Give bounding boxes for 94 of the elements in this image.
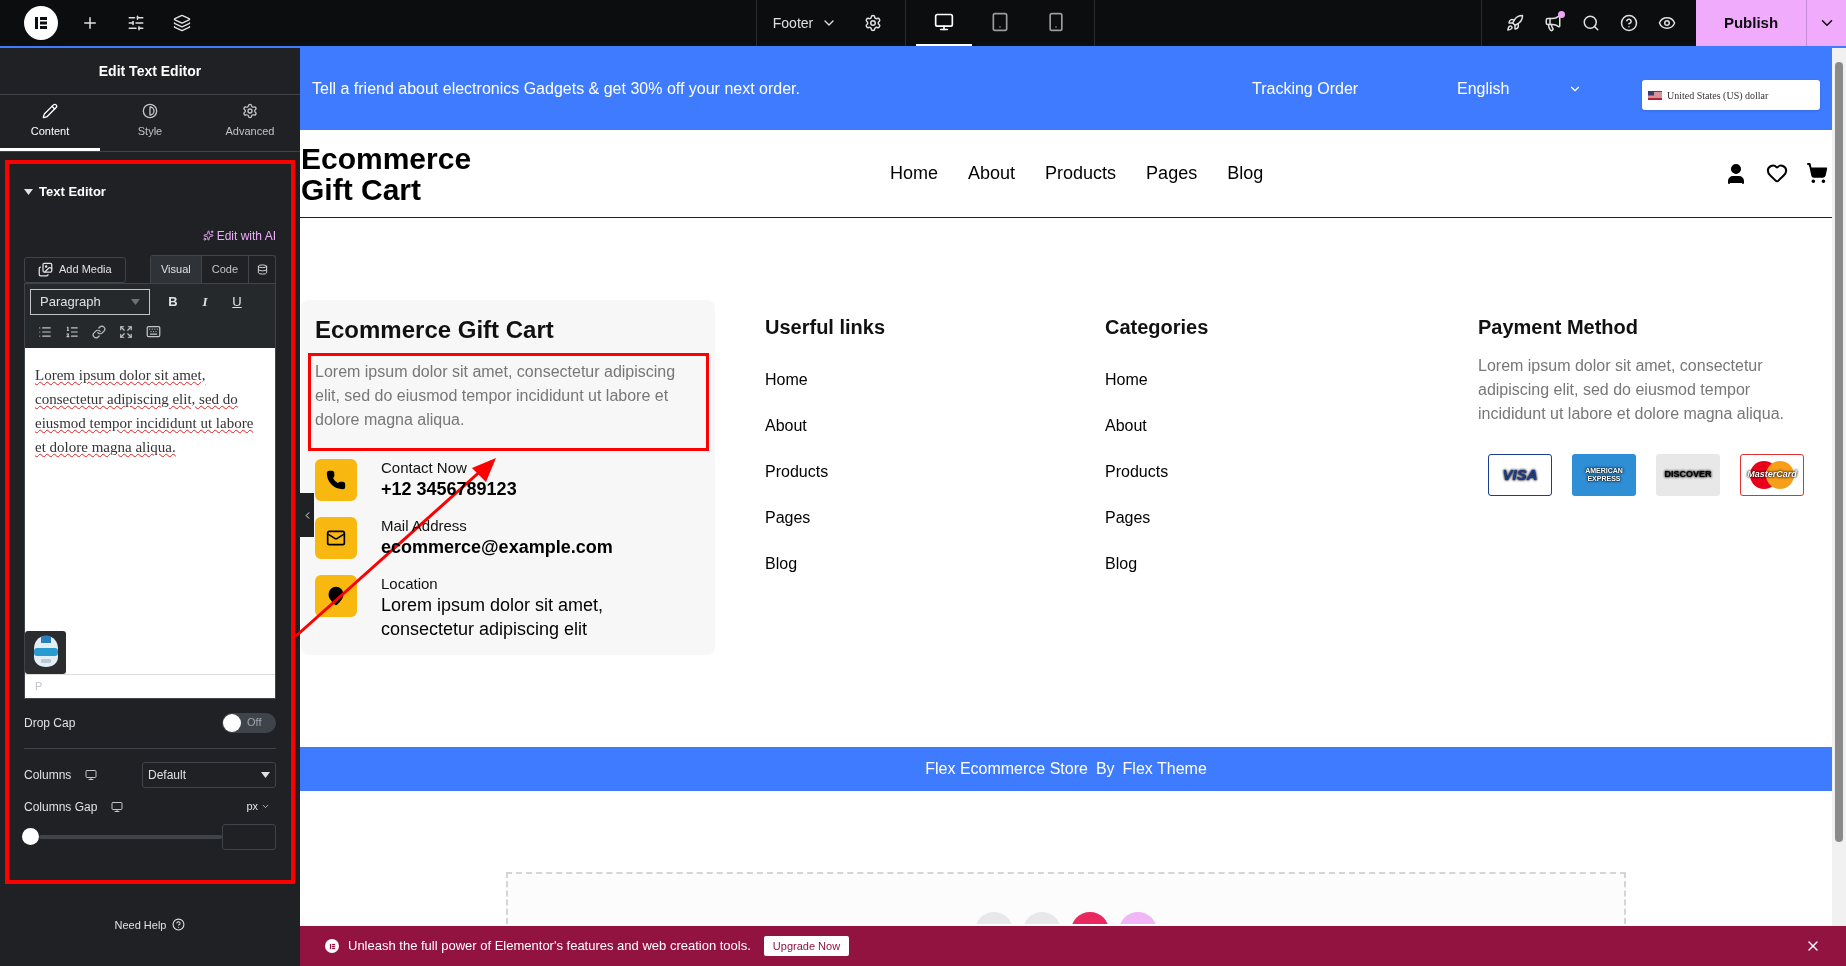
column-title: Userful links	[765, 315, 887, 340]
robot-icon[interactable]	[25, 630, 66, 674]
editor-mode-tab[interactable]: Code	[201, 255, 249, 283]
footer-link[interactable]: Products	[765, 461, 1105, 483]
nav-link[interactable]: About	[968, 160, 1016, 187]
format-dropdown[interactable]: Paragraph	[30, 288, 150, 315]
contact-label: Location	[381, 575, 439, 593]
format-button[interactable]: B	[164, 291, 182, 312]
images-icon[interactable]	[38, 262, 53, 277]
footer-link[interactable]: Pages	[1105, 507, 1478, 529]
format-button[interactable]: I	[196, 291, 214, 312]
cart-icon[interactable]	[1806, 161, 1828, 186]
footer-link[interactable]: Products	[1105, 461, 1478, 483]
document-dropdown[interactable]: Footer	[756, 0, 854, 46]
language-dropdown[interactable]: English	[1457, 77, 1582, 101]
help-icon[interactable]	[1620, 14, 1638, 32]
nav-link[interactable]: Home	[890, 160, 938, 187]
fullscreen-icon[interactable]	[119, 324, 133, 339]
edit-with-ai-link[interactable]: Edit with AI	[202, 226, 276, 245]
drop-cap-toggle[interactable]: Off	[222, 712, 276, 733]
link-icon[interactable]	[92, 324, 106, 339]
gear-icon[interactable]	[242, 103, 258, 120]
drop-cap-label: Drop Cap	[24, 714, 76, 732]
caret-icon[interactable]	[24, 188, 33, 195]
editor-mode-tab[interactable]: Visual	[150, 255, 202, 283]
logo-icon[interactable]	[24, 6, 58, 40]
desktop-icon[interactable]	[111, 800, 124, 813]
column-title: Categories	[1105, 315, 1210, 340]
sparkle-icon[interactable]	[202, 230, 214, 241]
gap-input[interactable]	[222, 823, 276, 850]
banner-text: Unleash the full power of Elementor's features and web creation tools.	[348, 937, 751, 956]
about-text: Lorem ipsum dolor sit amet, consectetur adipiscing elit, sed do eiusmod tempor incididunt ut labore et dolore magna aliqua.	[315, 362, 677, 430]
preview-icon[interactable]	[1658, 14, 1676, 32]
promo-text: Tell a friend about electronics Gadgets & get 30% off your next order.	[312, 79, 801, 99]
footer-link[interactable]: Blog	[1105, 553, 1478, 575]
pencil-icon[interactable]	[42, 103, 58, 120]
section-title[interactable]: Text Editor	[39, 182, 106, 202]
panel-title: Edit Text Editor	[98, 61, 202, 81]
slider-thumb[interactable]	[22, 828, 39, 845]
nav-link[interactable]: Products	[1045, 160, 1117, 187]
chevron-icon[interactable]	[261, 802, 270, 811]
payment-card: DISCOVER	[1656, 454, 1720, 496]
copyright-text: By	[1095, 759, 1115, 779]
desktop-icon[interactable]	[85, 768, 98, 781]
footer-link[interactable]: About	[1105, 415, 1478, 437]
column-title: Payment Method	[1478, 315, 1640, 340]
currency-dropdown[interactable]: United States (US) dollar	[1642, 80, 1820, 110]
flag-icon	[1648, 90, 1662, 100]
tracking-order-link[interactable]: Tracking Order	[1252, 77, 1457, 101]
copyright-link[interactable]: Flex Ecommerce Store	[925, 757, 1088, 781]
add-media-button[interactable]: Add Media	[24, 256, 126, 283]
elementor-icon	[325, 939, 339, 953]
unit-dropdown[interactable]: px	[246, 798, 276, 815]
keyboard-icon[interactable]	[146, 324, 161, 339]
site-logo[interactable]: Ecommerce Gift Cart	[300, 142, 890, 205]
footer-link[interactable]: Home	[765, 369, 1105, 391]
nav-link[interactable]: Pages	[1146, 160, 1198, 187]
footer-link[interactable]: Pages	[765, 507, 1105, 529]
footer-link[interactable]: Blog	[765, 553, 1105, 575]
location-icon	[315, 575, 357, 617]
nav-link[interactable]: Blog	[1227, 160, 1264, 187]
copyright-link[interactable]: Flex Theme	[1122, 757, 1207, 781]
numbered-list-icon[interactable]	[65, 324, 79, 339]
payment-text: Lorem ipsum dolor sit amet, consectetur adipiscing elit, sed do eiusmod tempor incididunt ut labore et dolore magna aliqua.	[1478, 356, 1785, 424]
footer-link[interactable]: Home	[1105, 369, 1478, 391]
phone-icon	[315, 459, 357, 501]
columns-gap-label: Columns Gap	[24, 798, 98, 816]
collapse-handle[interactable]	[300, 493, 314, 537]
text-editor-area[interactable]: Lorem ipsum dolor sit amet, consectetur adipiscing elit, sed do eiusmod tempor incididunt ut labore et dolore magna aliqua. P	[25, 347, 275, 698]
megaphone-icon[interactable]	[1544, 14, 1562, 32]
publish-button[interactable]: Publish	[1696, 0, 1806, 46]
contact-label: Contact Now	[381, 459, 468, 477]
columns-dropdown[interactable]: Default	[142, 761, 276, 788]
panel-tab[interactable]: Content	[0, 95, 100, 151]
contact-value: Lorem ipsum dolor sit amet, consectetur adipiscing elit	[381, 594, 605, 641]
rocket-icon[interactable]	[1506, 14, 1524, 32]
caret-icon[interactable]	[261, 771, 270, 778]
footer-link[interactable]: About	[765, 415, 1105, 437]
upgrade-button[interactable]: Upgrade Now	[763, 936, 850, 956]
need-help-link[interactable]: Need Help	[114, 916, 167, 933]
about-title: Ecommerce Gift Cart	[315, 315, 555, 345]
help-icon[interactable]	[172, 918, 186, 932]
payment-card: VISA	[1488, 454, 1552, 496]
editor-content: Lorem ipsum dolor sit amet, consectetur adipiscing elit, sed do eiusmod tempor incididunt ut labore et dolore magna aliqua.	[35, 365, 255, 457]
scrollbar[interactable]	[1832, 48, 1846, 926]
mail-icon	[315, 517, 357, 559]
element-path: P	[35, 678, 43, 694]
panel-tab[interactable]: Advanced	[200, 95, 300, 151]
bullet-list-icon[interactable]	[38, 324, 52, 339]
format-button[interactable]: U	[228, 291, 246, 312]
columns-label: Columns	[24, 766, 72, 784]
panel-tab[interactable]: Style	[100, 95, 200, 151]
search-icon[interactable]	[1582, 14, 1600, 32]
half-circle-icon[interactable]	[142, 103, 158, 120]
